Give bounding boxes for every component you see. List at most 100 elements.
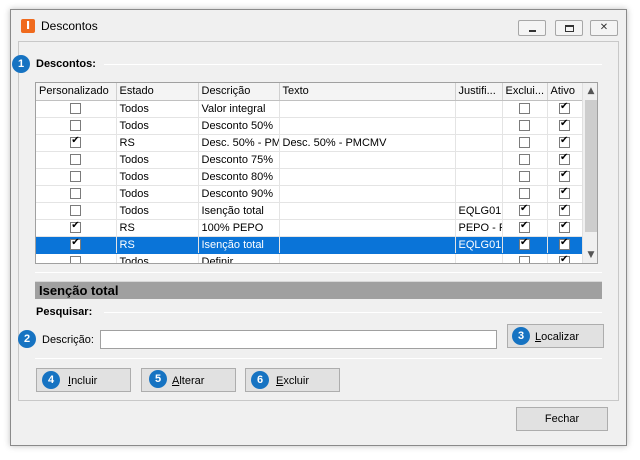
window-title: Descontos — [41, 19, 98, 33]
step-badge-1: 1 — [12, 55, 30, 73]
table-row[interactable]: Todos Valor integral — [36, 100, 583, 118]
ativo-checkbox[interactable] — [559, 152, 570, 166]
justificativa-cell — [455, 117, 503, 135]
exclui-checkbox[interactable] — [519, 237, 530, 251]
ativo-cell — [547, 134, 583, 152]
ativo-checkbox[interactable] — [559, 118, 570, 132]
justificativa-cell — [455, 168, 503, 186]
exclui-checkbox[interactable] — [519, 220, 530, 234]
scroll-thumb[interactable] — [585, 100, 597, 232]
pesquisar-section-label: Pesquisar: — [36, 306, 93, 318]
personalizado-checkbox[interactable] — [70, 103, 82, 115]
texto-cell — [279, 168, 456, 186]
exclui-cell — [502, 219, 548, 237]
descricao-label: Descrição: — [42, 334, 94, 346]
exclui-cell — [502, 202, 548, 220]
descricao-cell: Desconto 50% — [198, 117, 280, 135]
minimize-button[interactable] — [518, 20, 546, 36]
step-badge-6: 6 — [251, 371, 269, 389]
maximize-button[interactable] — [555, 20, 583, 36]
personalizado-cell — [36, 117, 117, 135]
personalizado-checkbox[interactable] — [70, 237, 82, 251]
exclui-cell — [502, 151, 548, 169]
ativo-checkbox[interactable] — [559, 135, 570, 149]
ativo-checkbox[interactable] — [559, 186, 570, 200]
personalizado-checkbox[interactable] — [70, 171, 82, 183]
ativo-checkbox[interactable] — [559, 254, 570, 263]
descontos-grid[interactable]: Personalizado Estado Descrição Texto Jus… — [35, 82, 598, 264]
justificativa-cell — [455, 185, 503, 203]
table-row[interactable]: Todos Desconto 50% — [36, 117, 583, 135]
incluir-button[interactable]: 4 Incluir — [36, 368, 131, 392]
title-bar[interactable]: I Descontos ✕ — [11, 10, 626, 41]
estado-cell: Todos — [116, 100, 199, 118]
personalizado-checkbox[interactable] — [70, 256, 82, 263]
personalizado-cell — [36, 253, 117, 263]
table-row[interactable]: RSIsenção total EQLG01 — [36, 236, 583, 254]
col-header-justificativa[interactable]: Justifi... — [455, 83, 503, 101]
descricao-cell: Desconto 75% — [198, 151, 280, 169]
ativo-checkbox[interactable] — [559, 237, 570, 251]
ativo-checkbox[interactable] — [559, 220, 570, 234]
step-badge-5: 5 — [149, 370, 167, 388]
texto-cell — [279, 202, 456, 220]
texto-cell — [279, 100, 456, 118]
personalizado-checkbox[interactable] — [70, 205, 82, 217]
exclui-checkbox[interactable] — [519, 171, 530, 183]
exclui-checkbox[interactable] — [519, 256, 530, 263]
col-header-personalizado[interactable]: Personalizado — [36, 83, 117, 101]
table-row[interactable]: Todos Desconto 75% — [36, 151, 583, 169]
descricao-search-input[interactable] — [100, 330, 497, 349]
col-header-ativo[interactable]: Ativo — [547, 83, 583, 101]
exclui-checkbox[interactable] — [519, 188, 530, 200]
fechar-button[interactable]: Fechar — [516, 407, 608, 431]
localizar-button[interactable]: 3 Localizar — [507, 324, 604, 348]
col-header-estado[interactable]: Estado — [116, 83, 199, 101]
ativo-cell — [547, 185, 583, 203]
table-row[interactable]: Todos Isenção total EQLG01 — [36, 202, 583, 220]
personalizado-checkbox[interactable] — [70, 135, 82, 149]
exclui-checkbox[interactable] — [519, 137, 530, 149]
col-header-descricao[interactable]: Descrição — [198, 83, 280, 101]
exclui-checkbox[interactable] — [519, 103, 530, 115]
ativo-checkbox[interactable] — [559, 101, 570, 115]
personalizado-checkbox[interactable] — [70, 188, 82, 200]
incluir-label: Incluir — [68, 375, 98, 387]
table-row[interactable]: RS100% PEPO PEPO - P — [36, 219, 583, 237]
ativo-cell — [547, 151, 583, 169]
col-header-texto[interactable]: Texto — [279, 83, 456, 101]
justificativa-cell — [455, 100, 503, 118]
excluir-button[interactable]: 6 Excluir — [245, 368, 340, 392]
personalizado-checkbox[interactable] — [70, 154, 82, 166]
alterar-button[interactable]: 5 Alterar — [141, 368, 236, 392]
table-row[interactable]: Todos Desconto 90% — [36, 185, 583, 203]
close-button[interactable]: ✕ — [590, 20, 618, 36]
personalizado-cell — [36, 185, 117, 203]
table-row[interactable]: Todos Desconto 80% — [36, 168, 583, 186]
exclui-checkbox[interactable] — [519, 120, 530, 132]
minimize-icon — [529, 30, 536, 32]
table-row[interactable]: RSDesc. 50% - PMDesc. 50% - PMCMV — [36, 134, 583, 152]
personalizado-checkbox[interactable] — [70, 120, 82, 132]
col-header-exclui[interactable]: Exclui... — [502, 83, 548, 101]
ativo-checkbox[interactable] — [559, 203, 570, 217]
exclui-checkbox[interactable] — [519, 154, 530, 166]
ativo-cell — [547, 202, 583, 220]
exclui-checkbox[interactable] — [519, 203, 530, 217]
grid-vertical-scrollbar[interactable]: ▲ ▼ — [582, 83, 597, 263]
scroll-up-icon[interactable]: ▲ — [583, 83, 597, 99]
descricao-cell: Desconto 80% — [198, 168, 280, 186]
estado-cell: Todos — [116, 202, 199, 220]
table-row[interactable]: Todos Definir — [36, 253, 583, 263]
descontos-separator — [104, 64, 602, 65]
ativo-cell — [547, 236, 583, 254]
descricao-cell: Desconto 90% — [198, 185, 280, 203]
fechar-label: Fechar — [544, 413, 580, 425]
estado-cell: Todos — [116, 117, 199, 135]
texto-cell — [279, 219, 456, 237]
ativo-checkbox[interactable] — [559, 169, 570, 183]
personalizado-checkbox[interactable] — [70, 220, 82, 234]
scroll-down-icon[interactable]: ▼ — [583, 247, 597, 263]
selected-item-bar: Isenção total — [35, 281, 602, 299]
pesquisar-separator — [104, 312, 602, 313]
